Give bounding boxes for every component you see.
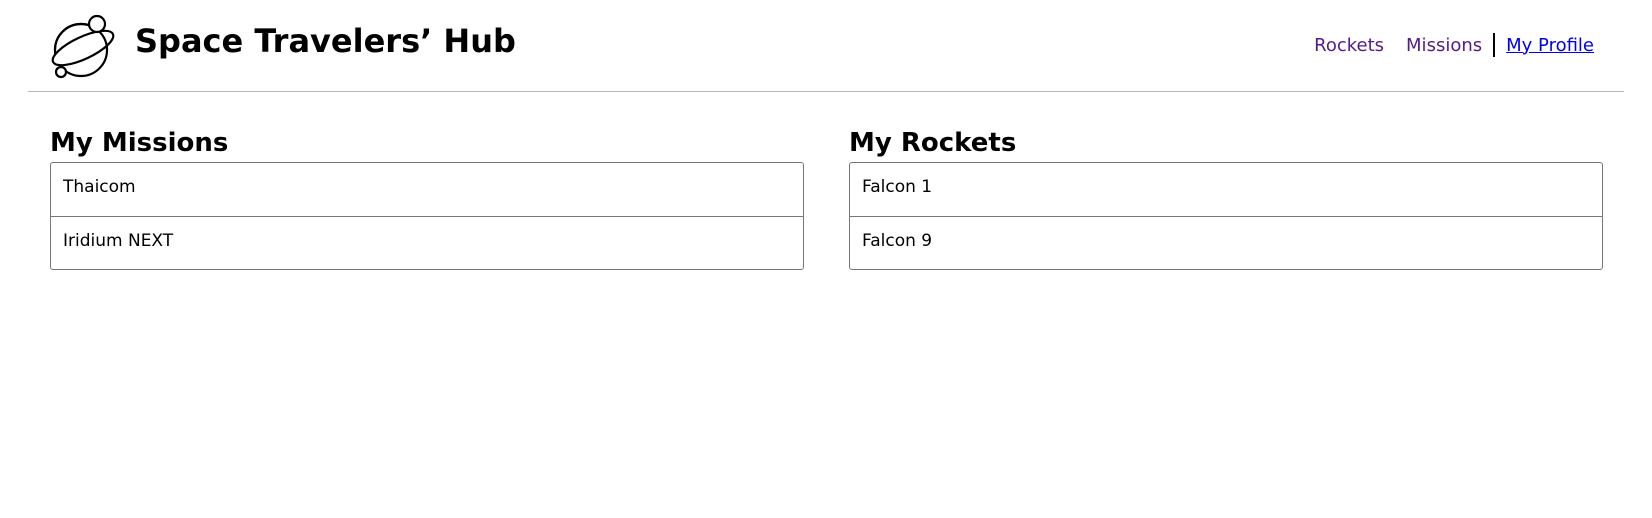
planet-icon[interactable] — [48, 10, 118, 80]
list-item: Iridium NEXT — [51, 216, 803, 269]
my-missions-heading: My Missions — [50, 128, 229, 158]
list-item: Falcon 9 — [850, 216, 1602, 269]
nav-link-my-profile[interactable]: My Profile — [1506, 35, 1594, 56]
nav-divider — [1493, 33, 1496, 57]
my-rockets-section: My Rockets Falcon 1 Falcon 9 — [849, 126, 1603, 270]
nav-link-rockets[interactable]: Rockets — [1314, 35, 1384, 56]
site-header: Space Travelers’ Hub Rockets Missions My… — [28, 0, 1624, 92]
main-nav: Rockets Missions My Profile — [1314, 33, 1594, 57]
list-item: Falcon 1 — [862, 177, 933, 197]
nav-link-missions[interactable]: Missions — [1406, 35, 1482, 56]
missions-list: Thaicom Iridium NEXT — [50, 162, 804, 270]
my-rockets-heading: My Rockets — [849, 128, 1017, 158]
rockets-list: Falcon 1 Falcon 9 — [849, 162, 1603, 270]
site-title: Space Travelers’ Hub — [135, 22, 516, 60]
my-missions-section: My Missions Thaicom Iridium NEXT — [50, 126, 804, 270]
list-item: Thaicom — [63, 177, 136, 197]
